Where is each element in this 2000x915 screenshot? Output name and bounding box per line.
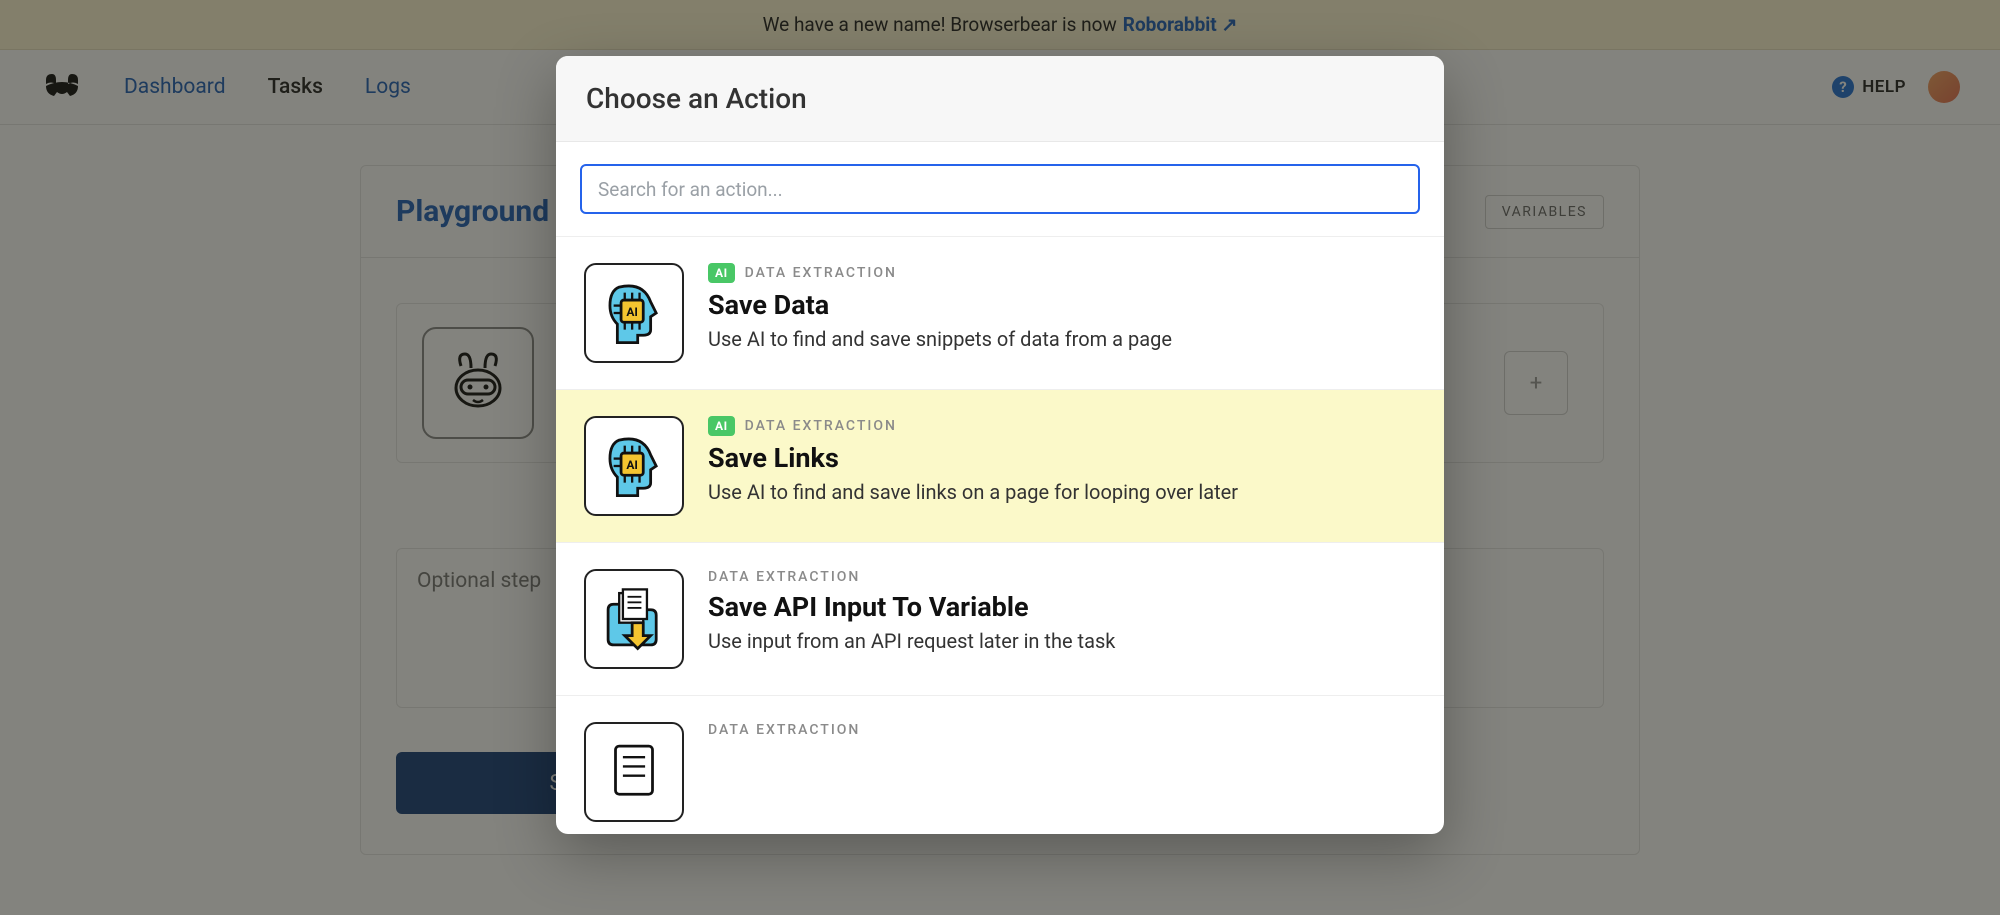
action-description: Use input from an API request later in t… — [708, 629, 1115, 653]
modal-header: Choose an Action — [556, 56, 1444, 142]
action-description: Use AI to find and save snippets of data… — [708, 327, 1172, 351]
action-item-1[interactable]: AI AI DATA EXTRACTION Save Links Use AI to f… — [556, 390, 1444, 543]
folder-icon — [584, 569, 684, 669]
svg-text:AI: AI — [626, 305, 638, 319]
action-title: Save API Input To Variable — [708, 591, 1115, 623]
ai-badge: AI — [708, 263, 735, 283]
svg-text:AI: AI — [626, 458, 638, 472]
modal-overlay[interactable]: Choose an Action AI AI DATA EXTRACTION Save… — [0, 0, 2000, 915]
ai-head-icon: AI — [584, 416, 684, 516]
action-title: Save Data — [708, 289, 1172, 321]
action-category: DATA EXTRACTION — [708, 569, 860, 585]
action-item-3[interactable]: DATA EXTRACTION — [556, 696, 1444, 834]
action-meta: AI DATA EXTRACTION Save Links Use AI to fin… — [708, 416, 1238, 504]
ai-badge: AI — [708, 416, 735, 436]
action-description: Use AI to find and save links on a page … — [708, 480, 1238, 504]
folder-icon — [584, 722, 684, 822]
action-item-0[interactable]: AI AI DATA EXTRACTION Save Data Use AI to fi… — [556, 237, 1444, 390]
action-meta: DATA EXTRACTION Save API Input To Variabl… — [708, 569, 1115, 653]
ai-head-icon: AI — [584, 263, 684, 363]
action-meta: AI DATA EXTRACTION Save Data Use AI to find… — [708, 263, 1172, 351]
modal-title: Choose an Action — [586, 82, 1414, 115]
action-category: DATA EXTRACTION — [745, 418, 897, 434]
action-meta: DATA EXTRACTION — [708, 722, 860, 738]
action-category: DATA EXTRACTION — [745, 265, 897, 281]
choose-action-modal: Choose an Action AI AI DATA EXTRACTION Save… — [556, 56, 1444, 834]
action-title: Save Links — [708, 442, 1238, 474]
action-category: DATA EXTRACTION — [708, 722, 860, 738]
action-search-input[interactable] — [580, 164, 1420, 214]
action-item-2[interactable]: DATA EXTRACTION Save API Input To Variabl… — [556, 543, 1444, 696]
action-list: AI AI DATA EXTRACTION Save Data Use AI to fi… — [556, 237, 1444, 834]
